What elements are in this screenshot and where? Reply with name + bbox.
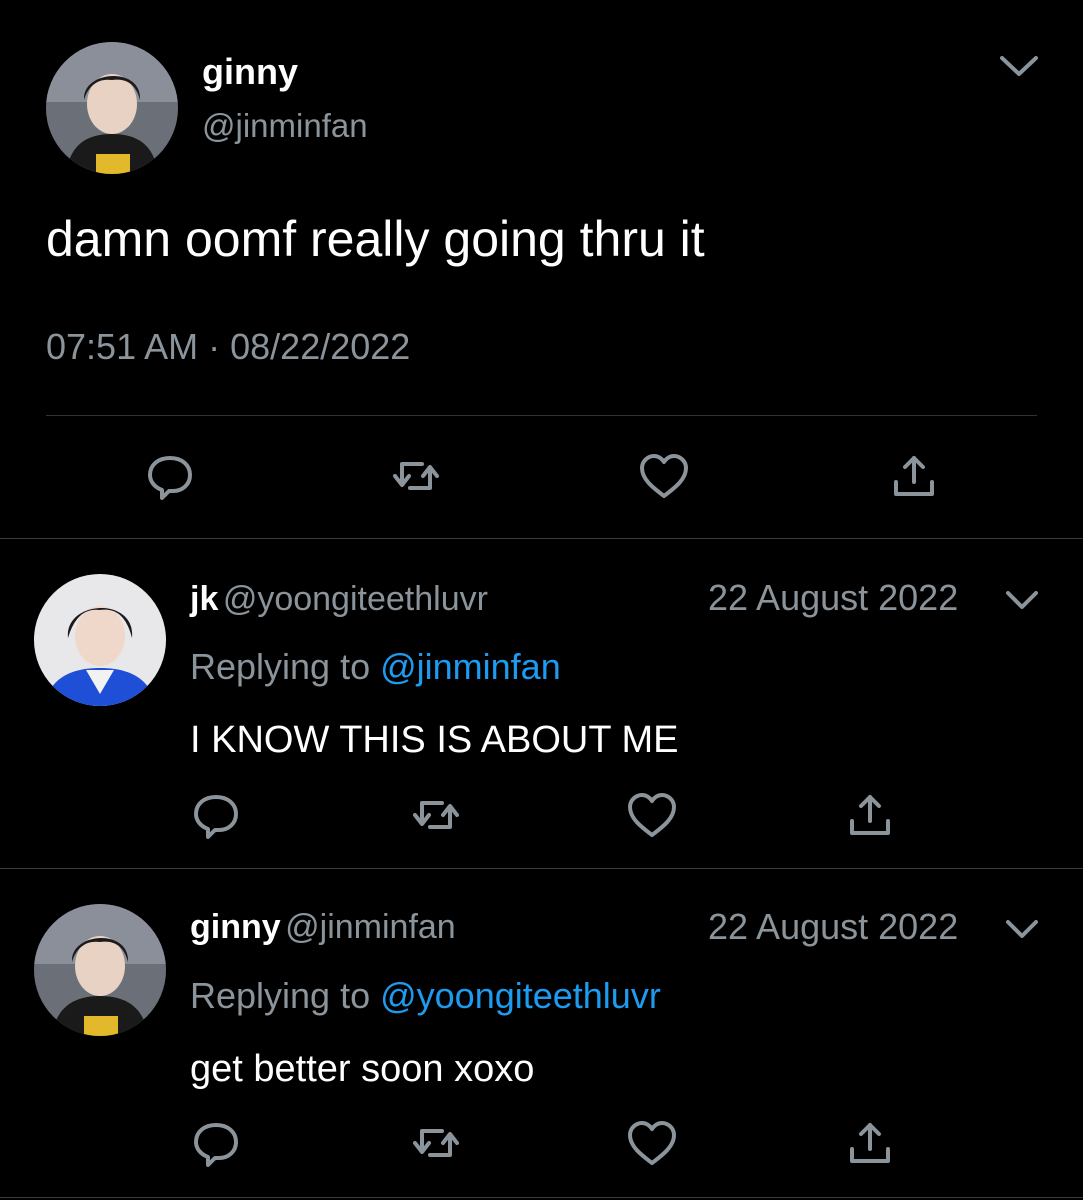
tweet-date[interactable]: 22 August 2022 bbox=[708, 906, 958, 948]
tweet-text: damn oomf really going thru it bbox=[46, 211, 705, 267]
replying-to-label: Replying to bbox=[190, 646, 381, 687]
avatar[interactable] bbox=[34, 904, 166, 1036]
tweet-timestamp[interactable]: 07:51 AM · 08/22/2022 bbox=[46, 325, 410, 369]
tweet-time: 07:51 AM bbox=[46, 326, 199, 367]
timestamp-separator: · bbox=[208, 326, 221, 367]
replying-to: Replying to @jinminfan bbox=[190, 645, 561, 689]
tweet-text: get better soon xoxo bbox=[190, 1048, 535, 1090]
avatar-photo bbox=[34, 574, 166, 706]
share-icon[interactable] bbox=[840, 785, 900, 845]
display-name[interactable]: jk bbox=[190, 580, 218, 618]
avatar-photo bbox=[46, 42, 178, 174]
chevron-down-icon[interactable] bbox=[994, 44, 1044, 86]
display-name[interactable]: ginny bbox=[190, 908, 281, 946]
share-icon[interactable] bbox=[884, 446, 944, 506]
divider bbox=[0, 868, 1083, 869]
user-handle[interactable]: @jinminfan bbox=[202, 106, 368, 146]
user-handle[interactable]: @yoongiteethluvr bbox=[223, 580, 488, 618]
divider bbox=[46, 415, 1037, 416]
user-handle[interactable]: @jinminfan bbox=[285, 908, 456, 946]
replying-to-label: Replying to bbox=[190, 975, 381, 1016]
chevron-down-icon[interactable] bbox=[1002, 583, 1042, 617]
reply-icon[interactable] bbox=[140, 446, 200, 506]
replying-to: Replying to @yoongiteethluvr bbox=[190, 974, 661, 1018]
retweet-icon[interactable] bbox=[386, 446, 446, 506]
like-icon[interactable] bbox=[622, 785, 682, 845]
reply-icon[interactable] bbox=[186, 1113, 246, 1173]
reply-header: jk @yoongiteethluvr bbox=[190, 578, 488, 620]
share-icon[interactable] bbox=[840, 1113, 900, 1173]
display-name[interactable]: ginny bbox=[202, 50, 298, 94]
divider bbox=[0, 538, 1083, 539]
mention-link[interactable]: @yoongiteethluvr bbox=[380, 975, 661, 1016]
tweet-text: I KNOW THIS IS ABOUT ME bbox=[190, 719, 679, 761]
retweet-icon[interactable] bbox=[406, 785, 466, 845]
tweet-date: 08/22/2022 bbox=[230, 326, 411, 367]
like-icon[interactable] bbox=[634, 446, 694, 506]
avatar[interactable] bbox=[46, 42, 178, 174]
retweet-icon[interactable] bbox=[406, 1113, 466, 1173]
reply-header: ginny @jinminfan bbox=[190, 906, 456, 948]
tweet-date[interactable]: 22 August 2022 bbox=[708, 577, 958, 619]
avatar[interactable] bbox=[34, 574, 166, 706]
chevron-down-icon[interactable] bbox=[1002, 912, 1042, 946]
mention-link[interactable]: @jinminfan bbox=[380, 646, 561, 687]
like-icon[interactable] bbox=[622, 1113, 682, 1173]
divider bbox=[0, 1197, 1083, 1198]
avatar-photo bbox=[34, 904, 166, 1036]
reply-icon[interactable] bbox=[186, 785, 246, 845]
